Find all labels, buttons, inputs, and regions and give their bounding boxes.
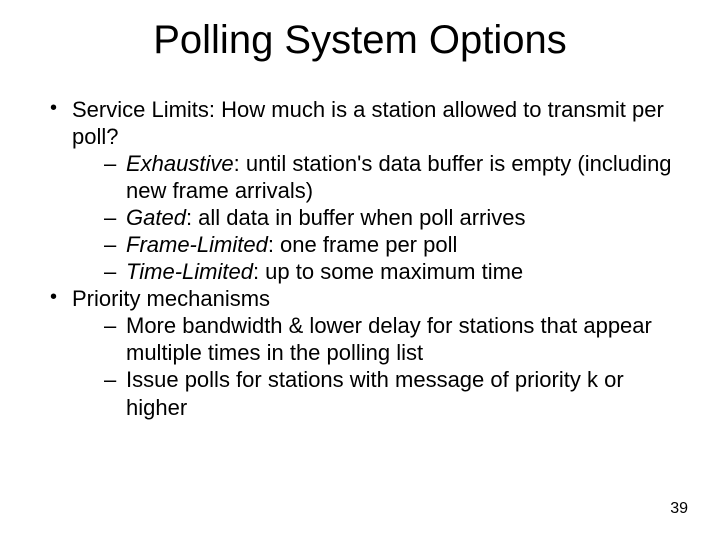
bullet-text: Service Limits: How much is a station al… [72,97,664,149]
rest: : all data in buffer when poll arrives [186,205,526,230]
page-number: 39 [670,500,688,518]
bullet-priority-mechanisms: Priority mechanisms More bandwidth & low… [44,285,684,420]
sub-bullet-gated: Gated: all data in buffer when poll arri… [72,204,684,231]
slide: Polling System Options Service Limits: H… [0,0,720,540]
sub-bullet-frame-limited: Frame-Limited: one frame per poll [72,231,684,258]
sub-bullet-text: More bandwidth & lower delay for station… [126,313,652,365]
slide-body: Service Limits: How much is a station al… [44,96,684,421]
sub-bullet-list: Exhaustive: until station's data buffer … [72,150,684,285]
rest: : up to some maximum time [253,259,523,284]
sub-bullet-bandwidth: More bandwidth & lower delay for station… [72,312,684,366]
bullet-list: Service Limits: How much is a station al… [44,96,684,421]
sub-bullet-list: More bandwidth & lower delay for station… [72,312,684,420]
term: Time-Limited [126,259,253,284]
term: Frame-Limited [126,232,268,257]
bullet-service-limits: Service Limits: How much is a station al… [44,96,684,285]
sub-bullet-text: Issue polls for stations with message of… [126,367,624,419]
sub-bullet-priority-k: Issue polls for stations with message of… [72,366,684,420]
slide-title: Polling System Options [0,18,720,63]
term: Gated [126,205,186,230]
term: Exhaustive [126,151,234,176]
bullet-text: Priority mechanisms [72,286,270,311]
rest: : one frame per poll [268,232,458,257]
sub-bullet-exhaustive: Exhaustive: until station's data buffer … [72,150,684,204]
sub-bullet-time-limited: Time-Limited: up to some maximum time [72,258,684,285]
